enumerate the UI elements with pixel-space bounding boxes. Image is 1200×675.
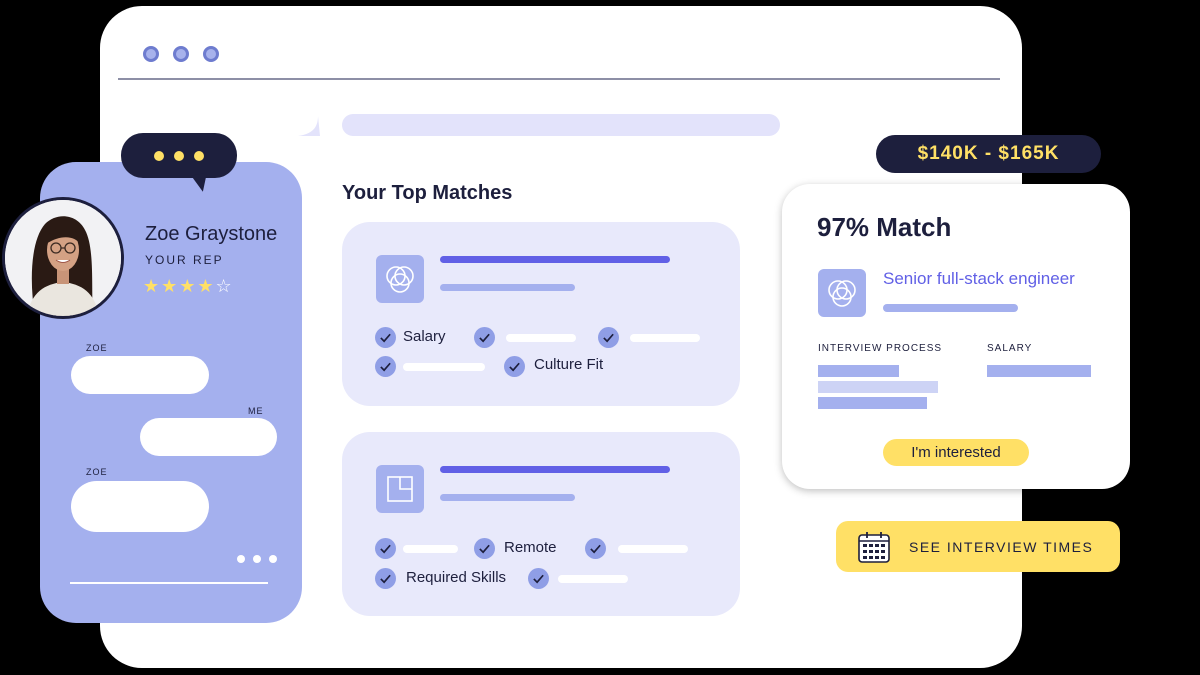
salary-info-bar bbox=[987, 365, 1091, 377]
check-label-remote: Remote bbox=[504, 539, 557, 556]
typing-bubble-tail bbox=[191, 172, 211, 194]
see-interview-times-button[interactable]: SEE INTERVIEW TIMES bbox=[836, 521, 1120, 572]
placeholder-line bbox=[630, 334, 700, 342]
chat-dot bbox=[253, 555, 261, 563]
salary-range-badge: $140K - $165K bbox=[876, 135, 1101, 173]
layout-square-icon bbox=[376, 465, 424, 513]
check-icon bbox=[375, 538, 396, 559]
check-label-salary: Salary bbox=[403, 328, 446, 345]
venn-circles-icon bbox=[818, 269, 866, 317]
match-card-1[interactable]: Salary Culture Fit bbox=[342, 222, 740, 406]
rep-role: YOUR REP bbox=[145, 253, 224, 267]
check-icon bbox=[504, 356, 525, 377]
interview-process-label: INTERVIEW PROCESS bbox=[818, 343, 943, 354]
interview-info-bar bbox=[818, 365, 899, 377]
search-bar[interactable] bbox=[342, 114, 780, 136]
chat-dot bbox=[237, 555, 245, 563]
job-subtitle-bar bbox=[883, 304, 1018, 312]
message-sender: ZOE bbox=[86, 343, 108, 353]
check-icon bbox=[474, 538, 495, 559]
avatar[interactable] bbox=[2, 197, 124, 319]
star-empty-icon: ☆ bbox=[215, 276, 234, 296]
rep-name: Zoe Graystone bbox=[145, 223, 278, 245]
star-rating: ★★★★☆ bbox=[143, 276, 234, 297]
window-dot-3 bbox=[203, 46, 219, 62]
interview-info-bar bbox=[818, 381, 938, 393]
check-icon bbox=[375, 327, 396, 348]
check-label-culture-fit: Culture Fit bbox=[534, 356, 604, 373]
message-sender: ZOE bbox=[86, 467, 108, 477]
card-title-bar bbox=[440, 256, 670, 263]
venn-circles-icon bbox=[376, 255, 424, 303]
star-filled-icon: ★★★★ bbox=[143, 276, 216, 296]
placeholder-line bbox=[403, 363, 485, 371]
interview-info-bar bbox=[818, 397, 927, 409]
top-matches-title: Your Top Matches bbox=[342, 182, 513, 204]
placeholder-line bbox=[618, 545, 688, 553]
window-divider bbox=[118, 78, 1000, 80]
check-icon bbox=[375, 356, 396, 377]
typing-dot bbox=[154, 151, 164, 161]
placeholder-line bbox=[506, 334, 576, 342]
placeholder-line bbox=[403, 545, 458, 553]
check-label-required-skills: Required Skills bbox=[406, 569, 507, 586]
typing-dot bbox=[194, 151, 204, 161]
check-icon bbox=[598, 327, 619, 348]
chat-message-bubble bbox=[140, 418, 277, 456]
card-subtitle-bar bbox=[440, 494, 575, 501]
match-card-2[interactable]: Remote Required Skills bbox=[342, 432, 740, 616]
speech-tail-icon bbox=[298, 116, 320, 136]
match-percent: 97% Match bbox=[817, 212, 952, 242]
interested-button[interactable]: I'm interested bbox=[883, 439, 1029, 466]
placeholder-line bbox=[558, 575, 628, 583]
typing-indicator bbox=[121, 133, 237, 178]
check-icon bbox=[528, 568, 549, 589]
chat-input-line[interactable] bbox=[70, 582, 268, 584]
match-detail-card: 97% Match Senior full-stack engineer INT… bbox=[782, 184, 1130, 489]
window-dot-2 bbox=[173, 46, 189, 62]
salary-label: SALARY bbox=[987, 343, 1033, 354]
check-icon bbox=[585, 538, 606, 559]
typing-dot bbox=[174, 151, 184, 161]
chat-message-bubble bbox=[71, 481, 209, 532]
calendar-icon bbox=[858, 531, 890, 563]
check-icon bbox=[474, 327, 495, 348]
message-sender: ME bbox=[248, 406, 264, 416]
window-dot-1 bbox=[143, 46, 159, 62]
card-subtitle-bar bbox=[440, 284, 575, 291]
chat-dot bbox=[269, 555, 277, 563]
job-title[interactable]: Senior full-stack engineer bbox=[883, 269, 1075, 289]
check-icon bbox=[375, 568, 396, 589]
card-title-bar bbox=[440, 466, 670, 473]
chat-message-bubble bbox=[71, 356, 209, 394]
see-interview-times-label: SEE INTERVIEW TIMES bbox=[909, 538, 1094, 555]
